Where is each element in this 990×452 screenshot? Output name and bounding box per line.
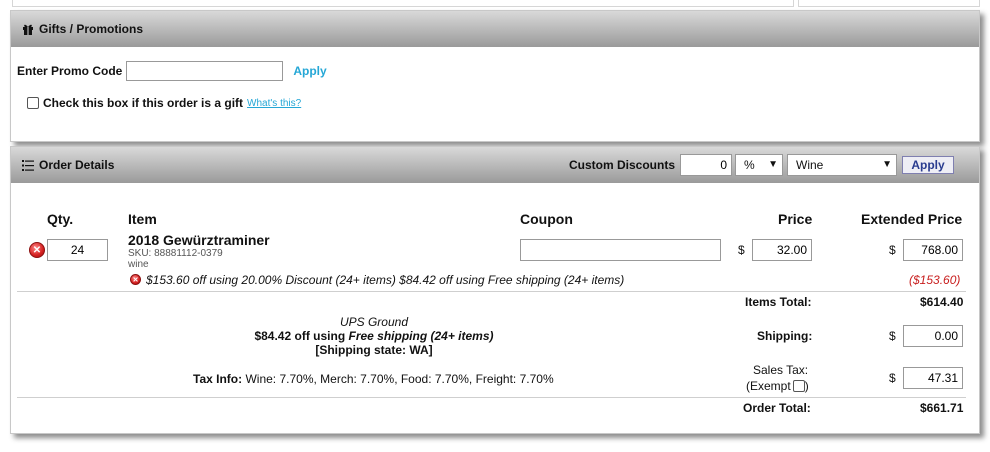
gift-row: Check this box if this order is a gift W… [17,96,301,110]
sales-tax-label: Sales Tax: [753,363,809,377]
order-total-value: $661.71 [920,401,964,415]
extended-currency: $ [889,243,896,257]
discount-unit-value: % [744,158,755,172]
shipping-state: [Shipping state: WA] [315,343,433,357]
promo-label: Enter Promo Code [17,64,123,78]
remove-item-icon[interactable]: ✕ [29,242,45,258]
top-box-left [12,0,794,7]
col-qty: Qty. [47,211,74,227]
tax-info: Tax Info: Wine: 7.70%, Merch: 7.70%, Foo… [193,372,554,386]
gifts-title: Gifts / Promotions [39,22,144,36]
shipping-method: UPS Ground [339,315,409,329]
coupon-input[interactable] [520,239,721,261]
shipping-input[interactable] [903,325,963,347]
discount-note: $153.60 off using 20.00% Discount (24+ i… [146,273,625,287]
whats-this-link[interactable]: What's this? [247,98,301,109]
order-total-label: Order Total: [743,401,811,415]
shipping-discount: $84.42 off using Free shipping (24+ item… [184,329,564,343]
top-box-right [798,0,980,7]
custom-discount-input[interactable] [680,154,732,176]
item-name: 2018 Gewürztraminer [128,232,270,248]
gift-icon [21,23,35,35]
items-total-value: $614.40 [920,295,964,309]
qty-input[interactable] [47,239,108,261]
col-item: Item [128,211,157,227]
custom-discounts-label: Custom Discounts [569,158,676,172]
item-sku: SKU: 88881112-0379 [128,248,223,259]
tax-info-label: Tax Info: [193,372,243,386]
promo-row: Enter Promo Code Apply [17,61,327,81]
discount-unit-select[interactable]: % ▼ [735,154,783,176]
tax-exempt: (Exempt ) [746,379,809,393]
discount-amount: ($153.60) [909,273,961,287]
tax-currency: $ [889,371,896,385]
gift-checkbox[interactable] [27,97,39,109]
price-input[interactable] [752,239,812,261]
tax-info-value: Wine: 7.70%, Merch: 7.70%, Food: 7.70%, … [245,372,554,386]
promo-code-input[interactable] [126,61,284,81]
remove-discount-icon[interactable]: ✕ [130,274,141,285]
col-price: Price [778,211,813,227]
order-panel: Order Details [10,146,980,434]
shipping-discount-prefix: $84.42 off using [254,329,349,343]
col-coupon: Coupon [520,211,573,227]
extended-price-input[interactable] [903,239,963,261]
discount-category-value: Wine [796,158,824,172]
shipping-label: Shipping: [757,329,813,343]
tax-exempt-label: (Exempt [746,379,791,393]
shipping-discount-name: Free shipping (24+ items) [348,329,494,343]
shipping-info: UPS Ground $84.42 off using Free shippin… [184,315,564,357]
price-currency: $ [738,243,745,257]
discount-category-select[interactable]: Wine ▼ [787,154,897,176]
chevron-down-icon: ▼ [768,159,778,170]
chevron-down-icon: ▼ [882,159,892,170]
items-total-label: Items Total: [745,295,812,309]
tax-exempt-checkbox[interactable] [792,380,805,392]
custom-discount-apply-button[interactable]: Apply [902,156,954,174]
gifts-header-bar: Gifts / Promotions [11,11,979,47]
shipping-currency: $ [889,329,896,343]
promo-apply-link[interactable]: Apply [293,64,326,78]
divider-line [17,397,966,398]
sales-tax-input[interactable] [903,367,963,389]
order-title: Order Details [39,158,115,172]
divider-line [17,291,966,292]
tax-exempt-close: ) [804,379,809,393]
item-category: wine [128,259,149,270]
list-icon [21,159,35,171]
col-extended-price: Extended Price [861,211,963,227]
gift-checkbox-label: Check this box if this order is a gift [43,96,244,110]
